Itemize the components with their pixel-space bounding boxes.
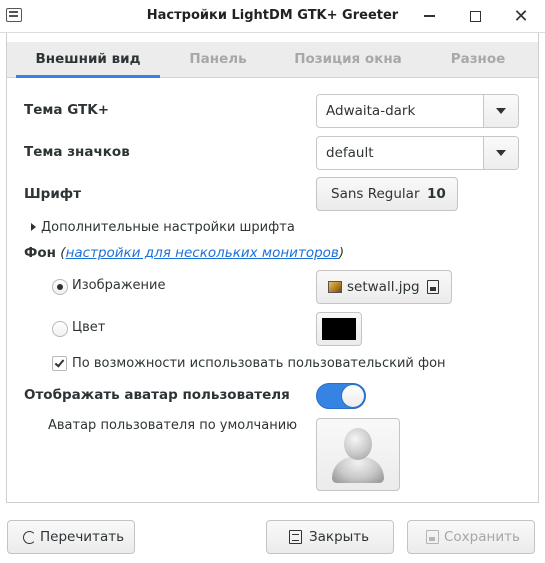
avatar-switch[interactable] — [316, 383, 366, 409]
gtk-theme-combo[interactable]: Adwaita-dark — [316, 94, 519, 128]
reload-button[interactable]: Перечитать — [7, 520, 135, 554]
expander-arrow-icon[interactable] — [31, 223, 36, 231]
color-radio-label[interactable]: Цвет — [72, 320, 105, 335]
switch-knob — [341, 384, 365, 408]
minimize-button[interactable] — [418, 6, 440, 26]
icon-theme-combo[interactable]: default — [316, 136, 519, 170]
color-chooser-button[interactable] — [316, 312, 362, 346]
chevron-down-icon — [496, 150, 506, 156]
minimize-icon — [423, 15, 435, 17]
close-document-icon — [289, 530, 302, 544]
color-radio[interactable] — [52, 321, 68, 337]
maximize-icon — [469, 10, 481, 22]
paren-close: ) — [338, 245, 345, 261]
close-window-button[interactable]: ✕ — [510, 5, 532, 27]
gtk-theme-dropdown-button[interactable] — [483, 95, 518, 127]
tab-misc[interactable]: Разное — [420, 42, 536, 78]
document-open-icon — [427, 280, 439, 294]
close-label: Закрыть — [309, 529, 370, 545]
color-swatch — [322, 318, 356, 340]
image-file-chooser[interactable]: setwall.jpg — [316, 270, 452, 304]
tab-window-position[interactable]: Позиция окна — [276, 42, 420, 78]
tab-panel[interactable]: Панель — [160, 42, 276, 78]
gtk-theme-label: Тема GTK+ — [24, 102, 110, 118]
gtk-theme-value: Adwaita-dark — [326, 103, 416, 119]
image-file-name: setwall.jpg — [347, 279, 420, 295]
default-avatar-button[interactable] — [316, 418, 400, 491]
save-button[interactable]: Сохранить — [407, 520, 535, 554]
close-button[interactable]: Закрыть — [266, 520, 394, 554]
image-radio-label[interactable]: Изображение — [72, 278, 165, 293]
save-icon — [426, 530, 439, 544]
save-label: Сохранить — [444, 529, 520, 545]
icon-theme-label: Тема значков — [24, 144, 130, 160]
icon-theme-value: default — [326, 145, 374, 161]
reload-label: Перечитать — [40, 529, 125, 545]
font-chooser-button[interactable]: Sans Regular 10 — [316, 177, 458, 211]
font-size: 10 — [427, 186, 446, 202]
user-background-label[interactable]: По возможности использовать пользователь… — [72, 356, 446, 371]
user-avatar-icon — [332, 457, 384, 483]
paren-open: ( — [56, 245, 66, 261]
background-label: Фон — [24, 245, 56, 261]
avatar-switch-label: Отображать аватар пользователя — [24, 387, 290, 403]
reload-icon — [23, 531, 36, 544]
default-avatar-label: Аватар пользователя по умолчанию — [48, 418, 298, 433]
close-icon: ✕ — [513, 5, 529, 27]
font-name: Sans Regular — [331, 186, 420, 202]
image-file-icon — [328, 281, 342, 293]
font-extra-expander[interactable]: Дополнительные настройки шрифта — [41, 220, 295, 235]
checkmark-icon — [54, 357, 65, 368]
tab-appearance[interactable]: Внешний вид — [16, 42, 160, 78]
font-label: Шрифт — [24, 186, 82, 202]
background-heading: Фон (настройки для нескольких мониторов) — [24, 245, 344, 261]
multimonitor-link[interactable]: настройки для нескольких мониторов — [66, 245, 339, 261]
icon-theme-dropdown-button[interactable] — [483, 137, 518, 169]
maximize-button[interactable] — [464, 6, 486, 26]
user-background-checkbox[interactable] — [52, 356, 67, 371]
image-radio[interactable] — [52, 279, 68, 295]
chevron-down-icon — [496, 108, 506, 114]
user-avatar-head — [344, 428, 372, 460]
